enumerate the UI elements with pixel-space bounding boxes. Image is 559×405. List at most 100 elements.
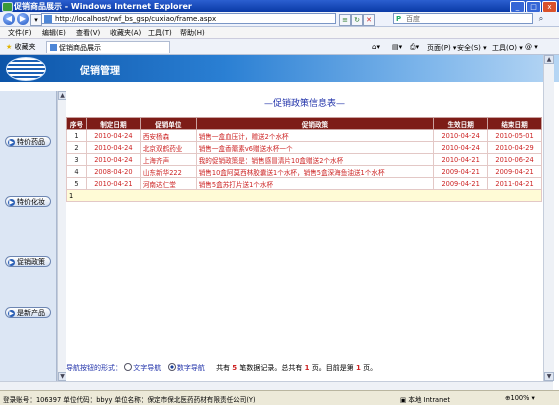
address-toolbar: ◀ ▶ ▾ http://localhost/rwf_bs_gsp/cuxiao…: [0, 12, 559, 27]
table-cell: 2011-04-21: [487, 177, 542, 190]
window-title-bar: 促销商品展示 - Windows Internet Explorer _ □ x: [0, 0, 559, 13]
sidebar-item-promotion-policy[interactable]: ▶ 促销政策: [5, 256, 51, 267]
menu-favorites[interactable]: 收藏夹(A): [110, 28, 141, 38]
table-cell: 我的促销政策是：销售感冒清片10盒赠送2个水杯: [195, 153, 435, 166]
globe-logo-icon: [6, 57, 46, 81]
favorites-bar: ★ 收藏夹 促销商品展示 ⌂▾ ▤▾ ⎙▾ 页面(P) ▾ 安全(S) ▾ 工具…: [0, 39, 559, 55]
menu-view[interactable]: 查看(V): [76, 28, 100, 38]
menu-file[interactable]: 文件(F): [8, 28, 32, 38]
menu-edit[interactable]: 编辑(E): [42, 28, 66, 38]
scroll-up-icon[interactable]: ▲: [544, 55, 554, 64]
menu-help[interactable]: 帮助(H): [180, 28, 205, 38]
url-text: http://localhost/rwf_bs_gsp/cuxiao/frame…: [55, 15, 217, 23]
home-icon[interactable]: ⌂▾: [372, 43, 380, 51]
table-cell: 销售一盒香薷素v6赠送水杯一个: [195, 141, 435, 154]
column-header: 结束日期: [487, 117, 542, 130]
help-icon[interactable]: @ ▾: [525, 43, 538, 51]
feeds-icon[interactable]: ▤▾: [392, 43, 402, 51]
table-cell: 2010-04-21: [433, 153, 489, 166]
table-cell: 2009-04-21: [487, 165, 542, 178]
page-scrollbar[interactable]: ▲ ▼: [543, 55, 554, 381]
status-bar: 登录账号：106397 单位代码：bbyy 单位名称：保定市保北医药药材有限责任…: [0, 390, 559, 405]
pager-bar: 导航按钮的形式： 文字导航 数字导航 共有 5 笔数据记录。总共有 1 页。目前…: [66, 363, 543, 375]
ie-app-icon: [2, 2, 13, 12]
table-cell: 西安杨森: [139, 129, 197, 142]
table-cell: 销售一盒血压计，赠送2个水杯: [195, 129, 435, 142]
page-count: 1: [304, 364, 310, 372]
sidebar-item-label: 特价化妆: [17, 198, 45, 206]
print-icon[interactable]: ⎙▾: [410, 43, 419, 52]
table-cell: 2010-04-21: [85, 177, 141, 190]
table-cell: 2009-04-21: [433, 165, 489, 178]
table-header-row: 序号 制定日期 促销单位 促销政策 生效日期 结束日期: [66, 117, 542, 130]
arrow-bullet-icon: ▶: [8, 310, 15, 317]
column-header: 促销政策: [195, 117, 435, 130]
page-icon: [50, 44, 57, 51]
table-cell: 1: [66, 129, 87, 142]
pager-suffix: 页。: [363, 364, 378, 372]
radio-text-nav[interactable]: 文字导航: [124, 363, 161, 372]
safety-menu[interactable]: 安全(S) ▾: [457, 43, 487, 53]
app-banner: 促销管理: [0, 55, 559, 82]
column-header: 序号: [66, 117, 87, 130]
tools-menu[interactable]: 工具(O) ▾: [492, 43, 523, 53]
table-row[interactable]: 1 2010-04-24 西安杨森 销售一盒血压计，赠送2个水杯 2010-04…: [66, 129, 542, 142]
sidebar-item-special-drugs[interactable]: ▶ 特价药品: [5, 136, 51, 147]
sidebar-item-new-products[interactable]: ▶ 是新产品: [5, 307, 51, 318]
sidebar-item-label: 特价药品: [17, 138, 45, 146]
table-row[interactable]: 4 2008-04-20 山东新华222 销售10盒阿莫西林胶囊送1个水杯，销售…: [66, 165, 542, 178]
frame-bottom-edge: [0, 381, 553, 390]
table-cell: 2: [66, 141, 87, 154]
table-row[interactable]: 5 2010-04-21 河南达仁堂 销售5盒苏打片送1个水杯 2009-04-…: [66, 177, 542, 190]
table-cell: 2010-05-01: [487, 129, 542, 142]
page-icon: [44, 15, 52, 23]
zoom-button[interactable]: ⊕100% ▾: [505, 394, 535, 402]
sidebar-item-label: 是新产品: [17, 309, 45, 317]
menu-tools[interactable]: 工具(T): [148, 28, 172, 38]
search-placeholder: 百度: [406, 15, 420, 23]
status-text: 登录账号：106397 单位代码：bbyy 单位名称：保定市保北医药药材有限责任…: [3, 396, 256, 404]
page-menu[interactable]: 页面(P) ▾: [427, 43, 456, 53]
intranet-icon: ▣: [400, 396, 407, 404]
current-page: 1: [355, 364, 361, 372]
table-cell: 2010-04-29: [487, 141, 542, 154]
table-cell: 2010-04-24: [85, 129, 141, 142]
table-row[interactable]: 3 2010-04-24 上海齐声 我的促销政策是：销售感冒清片10盒赠送2个水…: [66, 153, 542, 166]
table-cell: 销售5盒苏打片送1个水杯: [195, 177, 435, 190]
search-input[interactable]: P 百度: [393, 13, 533, 24]
back-arrow-icon: ◀: [5, 14, 13, 23]
address-input[interactable]: http://localhost/rwf_bs_gsp/cuxiao/frame…: [41, 13, 336, 24]
column-header: 生效日期: [433, 117, 489, 130]
scroll-down-icon[interactable]: ▼: [544, 372, 554, 381]
sidebar-item-special-cosmetics[interactable]: ▶ 特价化妆: [5, 196, 51, 207]
refresh-icon[interactable]: ↻: [351, 14, 363, 26]
stop-icon[interactable]: ✕: [363, 14, 375, 26]
radio-selected-icon: [167, 363, 176, 371]
pager-mid1: 笔数据记录。总共有: [239, 364, 303, 372]
table-cell: 2010-06-24: [487, 153, 542, 166]
table-cell: 3: [66, 153, 87, 166]
radio-number-nav[interactable]: 数字导航: [167, 363, 205, 372]
tab-current[interactable]: 促销商品展示: [46, 41, 170, 53]
table-cell: 河南达仁堂: [139, 177, 197, 190]
table-cell: 5: [66, 177, 87, 190]
page-link[interactable]: 1: [66, 189, 542, 202]
sidebar: ▶ 特价药品 ▶ 特价化妆 ▶ 促销政策 ▶ 是新产品: [0, 91, 57, 381]
table-cell: 上海齐声: [139, 153, 197, 166]
record-count: 5: [232, 364, 238, 372]
pager-mid2: 页。目前是第: [311, 364, 354, 372]
search-icon[interactable]: ⌕: [535, 13, 547, 24]
radio-icon: [124, 363, 133, 371]
column-header: 制定日期: [85, 117, 141, 130]
pager-label: 导航按钮的形式：: [66, 364, 122, 372]
table-row[interactable]: 2 2010-04-24 北京双鹤药业 销售一盒香薷素v6赠送水杯一个 2010…: [66, 141, 542, 154]
compatibility-view-icon[interactable]: ≡: [339, 14, 351, 26]
table-cell: 2010-04-24: [85, 153, 141, 166]
policy-table: 序号 制定日期 促销单位 促销政策 生效日期 结束日期 1 2010-04-24…: [66, 117, 542, 202]
star-icon: ★: [6, 43, 13, 51]
forward-button[interactable]: ▶: [17, 13, 29, 25]
back-button[interactable]: ◀: [3, 13, 15, 25]
column-header: 促销单位: [139, 117, 197, 130]
table-cell: 2010-04-24: [433, 141, 489, 154]
favorites-button[interactable]: ★ 收藏夹: [6, 42, 36, 52]
